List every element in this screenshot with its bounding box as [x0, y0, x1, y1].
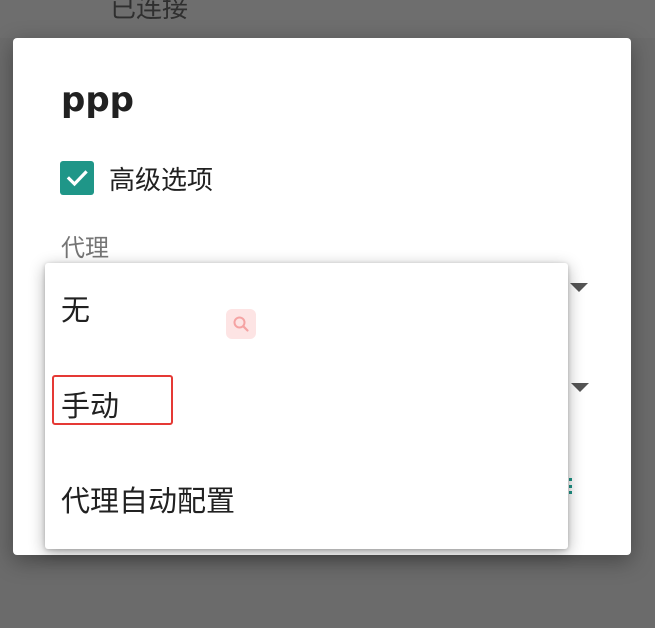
menu-item-none[interactable]: 无	[61, 287, 90, 333]
highlight-box	[52, 375, 173, 425]
advanced-options-row[interactable]: 高级选项	[60, 160, 213, 196]
menu-item-proxy-auto-config[interactable]: 代理自动配置	[61, 478, 235, 524]
dropdown-arrow-icon[interactable]	[570, 283, 588, 292]
advanced-options-checkbox[interactable]	[60, 161, 94, 195]
search-icon	[233, 316, 249, 332]
search-badge[interactable]	[226, 309, 256, 339]
dropdown-arrow-icon[interactable]	[571, 383, 589, 392]
advanced-options-label: 高级选项	[109, 165, 214, 196]
proxy-label: 代理	[61, 234, 109, 262]
connection-status-text: 已连接	[110, 0, 189, 24]
proxy-options-menu: 无 手动 代理自动配置	[45, 263, 568, 549]
dialog-title: ppp	[61, 80, 135, 120]
partial-link-fragment	[569, 478, 576, 494]
check-icon	[66, 170, 88, 187]
background-strip	[0, 0, 655, 38]
